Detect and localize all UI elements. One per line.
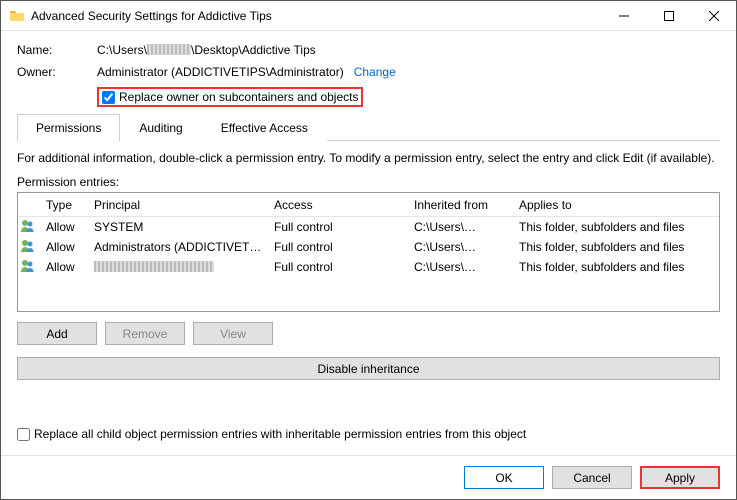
redacted-text	[464, 261, 508, 272]
col-type[interactable]: Type	[40, 195, 88, 215]
name-row: Name: C:\Users\\Desktop\Addictive Tips	[17, 43, 720, 57]
minimize-button[interactable]	[601, 1, 646, 30]
redacted-text	[94, 261, 214, 272]
titlebar: Advanced Security Settings for Addictive…	[1, 1, 736, 31]
maximize-button[interactable]	[646, 1, 691, 30]
table-row[interactable]: AllowAdministrators (ADDICTIVETIP...Full…	[18, 237, 719, 257]
view-button[interactable]: View	[193, 322, 273, 345]
change-owner-link[interactable]: Change	[354, 65, 396, 79]
entry-actions: Add Remove View	[17, 322, 720, 345]
add-button[interactable]: Add	[17, 322, 97, 345]
cancel-button[interactable]: Cancel	[552, 466, 632, 489]
entries-header: Type Principal Access Inherited from App…	[18, 193, 719, 217]
tab-effective-access[interactable]: Effective Access	[202, 114, 327, 141]
col-access[interactable]: Access	[268, 195, 408, 215]
tab-permissions[interactable]: Permissions	[17, 114, 120, 141]
replace-owner-highlight: Replace owner on subcontainers and objec…	[97, 87, 363, 107]
name-label: Name:	[17, 43, 97, 57]
col-applies[interactable]: Applies to	[513, 195, 719, 215]
replace-owner-row: Replace owner on subcontainers and objec…	[97, 87, 720, 107]
col-inherited[interactable]: Inherited from	[408, 195, 513, 215]
tab-auditing[interactable]: Auditing	[120, 114, 201, 141]
info-text: For additional information, double-click…	[17, 151, 720, 165]
replace-all-checkbox[interactable]	[17, 428, 30, 441]
users-icon	[20, 263, 36, 277]
redacted-text	[147, 44, 191, 55]
disable-inheritance-button[interactable]: Disable inheritance	[17, 357, 720, 380]
owner-label: Owner:	[17, 65, 97, 79]
dialog-footer: OK Cancel Apply	[1, 455, 736, 499]
remove-button[interactable]: Remove	[105, 322, 185, 345]
replace-owner-label: Replace owner on subcontainers and objec…	[119, 90, 358, 104]
tabs: Permissions Auditing Effective Access	[17, 113, 720, 141]
replace-owner-checkbox[interactable]	[102, 91, 115, 104]
apply-button[interactable]: Apply	[640, 466, 720, 489]
replace-all-label: Replace all child object permission entr…	[34, 427, 526, 441]
owner-value: Administrator (ADDICTIVETIPS\Administrat…	[97, 65, 396, 79]
table-row[interactable]: AllowFull controlC:\Users\This folder, s…	[18, 257, 719, 277]
permission-entries-label: Permission entries:	[17, 175, 720, 189]
col-principal[interactable]: Principal	[88, 195, 268, 215]
content-area: Name: C:\Users\\Desktop\Addictive Tips O…	[1, 31, 736, 455]
table-row[interactable]: AllowSYSTEMFull controlC:\Users\This fol…	[18, 217, 719, 237]
redacted-text	[464, 221, 508, 232]
name-value: C:\Users\\Desktop\Addictive Tips	[97, 43, 316, 57]
replace-all-row: Replace all child object permission entr…	[17, 427, 720, 441]
advanced-security-window: Advanced Security Settings for Addictive…	[0, 0, 737, 500]
ok-button[interactable]: OK	[464, 466, 544, 489]
permission-entries-list[interactable]: Type Principal Access Inherited from App…	[17, 192, 720, 312]
redacted-text	[464, 241, 508, 252]
close-button[interactable]	[691, 1, 736, 30]
owner-row: Owner: Administrator (ADDICTIVETIPS\Admi…	[17, 65, 720, 79]
folder-icon	[9, 8, 25, 24]
window-title: Advanced Security Settings for Addictive…	[31, 9, 601, 23]
